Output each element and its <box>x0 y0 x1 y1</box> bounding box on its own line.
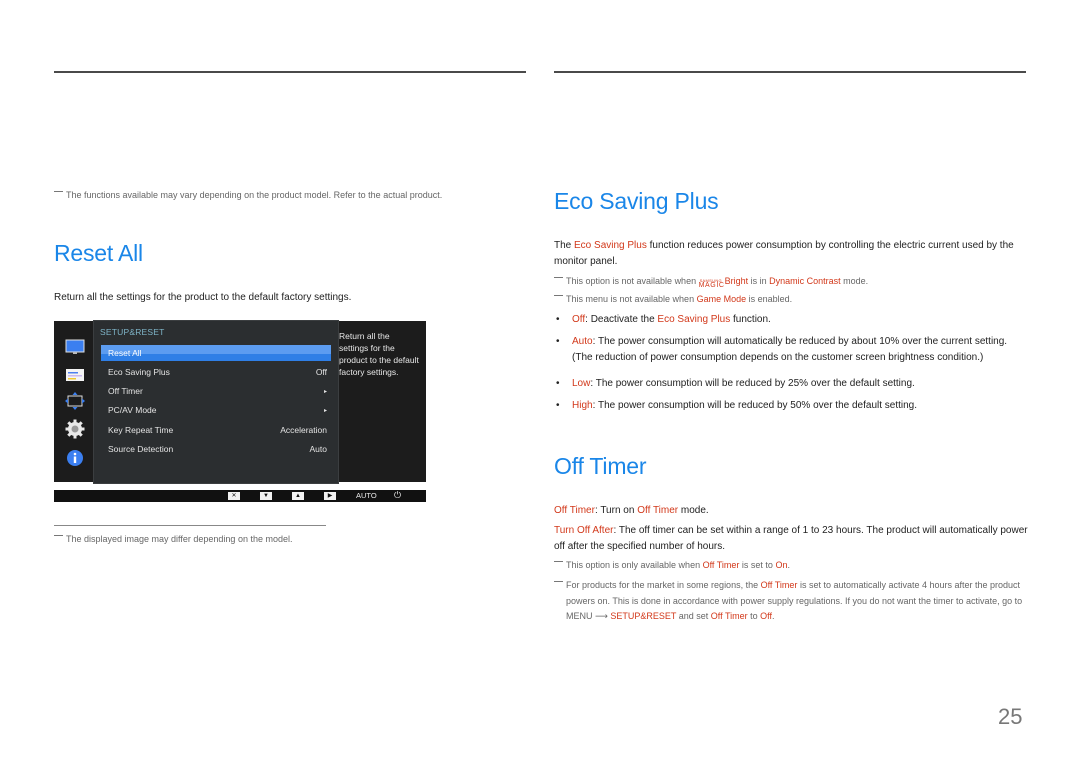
down-button[interactable]: ▼ <box>260 492 272 500</box>
submenu-arrow-icon: ▸ <box>323 408 327 414</box>
note-dash-icon <box>54 191 63 192</box>
note-dash-icon <box>554 295 563 296</box>
auto-button[interactable]: AUTO <box>356 491 377 500</box>
eco-option-off: • Off: Deactivate the Eco Saving Plus fun… <box>556 312 1027 328</box>
eco-saving-plus-heading: Eco Saving Plus <box>554 188 719 214</box>
top-rule-left <box>54 71 526 73</box>
close-button[interactable]: ✕ <box>228 492 240 500</box>
gear-icon[interactable] <box>65 419 85 439</box>
monitor-icon[interactable] <box>65 337 85 357</box>
info-icon[interactable] <box>65 448 85 468</box>
osd-item-pc-av-mode[interactable]: PC/AV Mode ▸ <box>101 402 331 418</box>
up-button[interactable]: ▲ <box>292 492 304 500</box>
turn-off-after-line: Turn Off After: The off timer can be set… <box>554 525 1028 552</box>
off-timer-line: Off Timer: Turn on Off Timer mode. <box>554 505 709 516</box>
right-button[interactable]: ▶ <box>324 492 336 500</box>
eco-option-low: • Low: The power consumption will be redu… <box>556 376 1027 392</box>
osd-item-reset-all[interactable]: Reset All <box>101 345 331 361</box>
eco-option-auto: • Auto: The power consumption will automa… <box>556 336 1008 363</box>
bullet-icon: • <box>556 314 560 325</box>
bullet-icon: • <box>556 336 560 347</box>
note-dash-icon <box>554 277 563 278</box>
note-displayed-image: The displayed image may differ depending… <box>54 532 354 548</box>
osd-item-key-repeat-time[interactable]: Key Repeat Time Acceleration <box>101 422 331 438</box>
osd-item-eco-saving-plus[interactable]: Eco Saving Plus Off <box>101 364 331 380</box>
eco-note-magic-bright: This option is not available when SAMSUN… <box>554 274 1024 290</box>
power-icon[interactable]: ⏻ <box>394 490 401 501</box>
eco-option-high: • High: The power consumption will be red… <box>556 398 1027 414</box>
page-number: 25 <box>998 704 1023 729</box>
divider <box>54 525 326 526</box>
eco-note-game-mode: This menu is not available when Game Mod… <box>554 292 1024 308</box>
reset-all-description: Return all the settings for the product … <box>54 292 352 303</box>
bullet-icon: • <box>556 378 560 389</box>
osd-item-source-detection[interactable]: Source Detection Auto <box>101 441 331 457</box>
osd-item-off-timer[interactable]: Off Timer ▸ <box>101 383 331 399</box>
osd-menu-panel: SETUP&RESET Reset All Eco Saving Plus Of… <box>93 320 339 484</box>
magic-bright-logo: SAMSUNG MAGIC <box>698 278 725 289</box>
osd-menu-title: SETUP&RESET <box>100 327 165 337</box>
note-dash-icon <box>54 535 63 536</box>
osd-side-icons <box>54 321 94 482</box>
note-dash-icon <box>554 581 563 582</box>
osd-help-text: Return all the settings for the product … <box>339 331 419 377</box>
off-timer-heading: Off Timer <box>554 453 647 479</box>
off-timer-note-on: This option is only available when Off T… <box>554 558 1024 574</box>
picture-icon[interactable] <box>65 365 85 385</box>
osd-button-bar: ✕ ▼ ▲ ▶ AUTO ⏻ <box>54 490 426 502</box>
eco-intro: The Eco Saving Plus function reduces pow… <box>554 240 1014 267</box>
bullet-icon: • <box>556 400 560 411</box>
note-dash-icon <box>554 561 563 562</box>
position-icon[interactable] <box>65 391 85 411</box>
submenu-arrow-icon: ▸ <box>323 389 327 395</box>
note-functions-vary: The functions available may vary dependi… <box>54 188 524 204</box>
top-rule-right <box>554 71 1026 73</box>
off-timer-note-regions: For products for the market in some regi… <box>554 578 1026 625</box>
reset-all-heading: Reset All <box>54 240 143 266</box>
